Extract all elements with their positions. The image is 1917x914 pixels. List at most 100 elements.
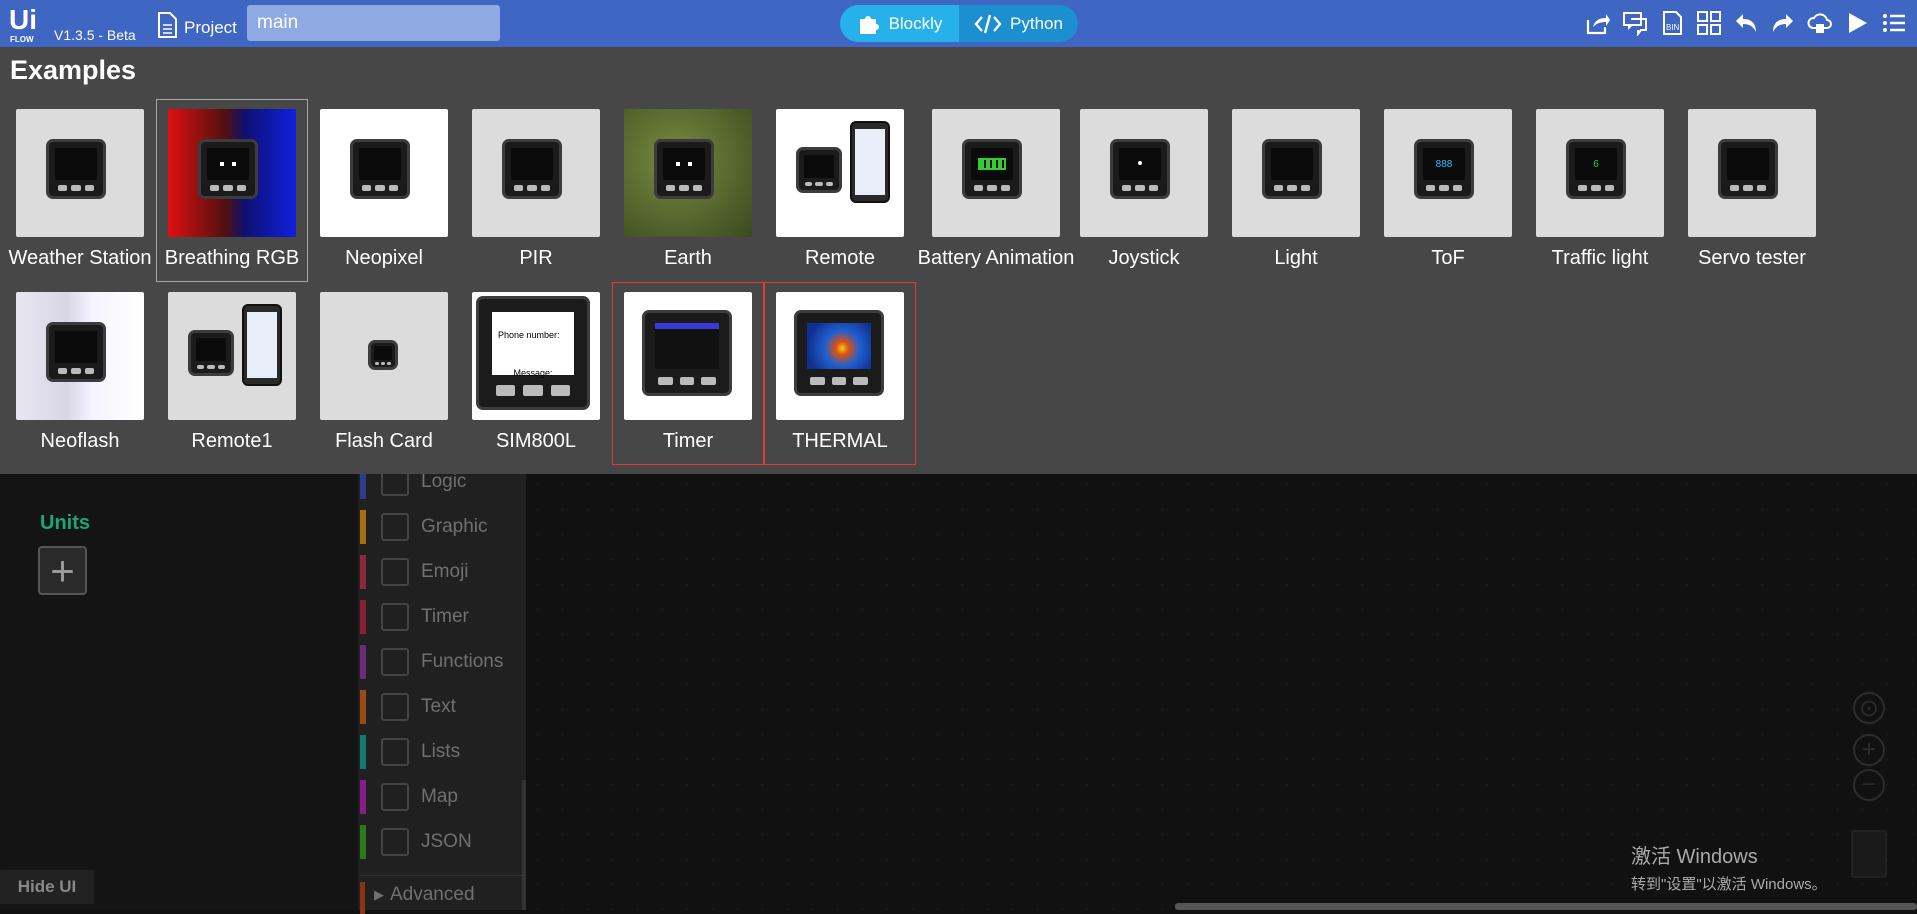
phone-image — [850, 121, 890, 203]
category-label: Lists — [421, 741, 461, 762]
timer-icon — [381, 603, 409, 631]
example-label: Remote1 — [191, 430, 273, 452]
category-label: JSON — [421, 831, 472, 852]
example-thumbnail — [932, 109, 1060, 237]
zoom-out-icon[interactable]: − — [1853, 769, 1885, 801]
advanced-category[interactable]: ▶ Advanced — [360, 875, 524, 914]
device-buttons — [1273, 185, 1311, 191]
activation-title: 激活 Windows — [1631, 846, 1758, 868]
example-card-traffic-light[interactable]: 6 Traffic light — [1524, 99, 1676, 282]
palette-scrollbar[interactable] — [522, 780, 526, 910]
example-card-neopixel[interactable]: Neopixel — [308, 99, 460, 282]
example-card-pir[interactable]: PIR — [460, 99, 612, 282]
category-label: Logic — [421, 471, 467, 492]
example-card-servo-tester[interactable]: Servo tester — [1676, 99, 1828, 282]
example-label: Light — [1274, 247, 1318, 269]
category-text[interactable]: Text — [358, 686, 526, 728]
example-card-earth[interactable]: Earth — [612, 99, 764, 282]
eye-shape — [231, 162, 236, 167]
file-icon — [158, 12, 177, 38]
project-name-input[interactable] — [247, 5, 500, 41]
functions-icon — [381, 648, 409, 676]
advanced-label: Advanced — [390, 883, 475, 905]
device-buttons — [658, 377, 716, 385]
example-card-thermal[interactable]: THERMAL — [764, 282, 916, 465]
example-card-remote[interactable]: Remote — [764, 99, 916, 282]
layout-icon[interactable] — [1695, 9, 1722, 36]
example-thumbnail — [320, 109, 448, 237]
activation-subtitle: 转到"设置"以激活 Windows。 — [1631, 876, 1827, 893]
example-thumbnail — [168, 292, 296, 420]
example-label: Neoflash — [40, 430, 120, 452]
add-unit-button[interactable]: + — [38, 546, 87, 595]
emoji-icon — [381, 558, 409, 586]
example-card-tof[interactable]: 888 ToF — [1372, 99, 1524, 282]
toolbar-icons: BIN — [1584, 9, 1907, 36]
example-thumbnail — [168, 109, 296, 237]
eye-shape — [219, 162, 224, 167]
category-json[interactable]: JSON — [358, 821, 526, 863]
example-card-weather-station[interactable]: Weather Station — [4, 99, 156, 282]
example-card-timer[interactable]: Timer — [612, 282, 764, 465]
category-lists[interactable]: Lists — [358, 731, 526, 773]
recenter-icon[interactable]: ⊙ — [1853, 692, 1885, 724]
joystick-dot — [1137, 160, 1142, 165]
example-card-breathing-rgb[interactable]: Breathing RGB — [156, 99, 308, 282]
example-label: Neopixel — [345, 247, 423, 269]
example-label: ToF — [1431, 247, 1465, 269]
eye-shape — [675, 162, 680, 167]
device-buttons — [1729, 185, 1767, 191]
device-image — [1718, 139, 1778, 199]
category-timer[interactable]: Timer — [358, 596, 526, 638]
python-label: Python — [1010, 13, 1063, 33]
category-color-bar — [360, 882, 365, 914]
blockly-label: Blockly — [888, 13, 943, 33]
example-label: Remote — [804, 247, 876, 269]
category-map[interactable]: Map — [358, 776, 526, 818]
device-buttons — [1425, 185, 1463, 191]
svg-text:BIN: BIN — [1666, 23, 1680, 32]
run-icon[interactable] — [1843, 9, 1870, 36]
example-card-sim800l[interactable]: Phone number: Message: SIM800L — [460, 282, 612, 465]
phone-image — [242, 304, 282, 386]
python-mode-button[interactable]: Python — [959, 5, 1078, 42]
redo-icon[interactable] — [1769, 9, 1796, 36]
example-card-battery-animation[interactable]: Battery Animation — [916, 99, 1076, 282]
category-label: Timer — [421, 606, 469, 627]
cloud-icon[interactable] — [1806, 9, 1833, 36]
menu-icon[interactable] — [1880, 9, 1907, 36]
undo-icon[interactable] — [1732, 9, 1759, 36]
device-image: Phone number: Message: — [476, 296, 590, 410]
hide-ui-button[interactable]: Hide UI — [0, 870, 94, 904]
category-label: Emoji — [421, 561, 469, 582]
category-graphic[interactable]: Graphic — [358, 506, 526, 548]
triangle-icon: ▶ — [374, 886, 384, 902]
device-image — [1262, 139, 1322, 199]
comment-icon[interactable] — [1621, 9, 1648, 36]
project-button[interactable]: Project — [156, 12, 237, 38]
share-icon[interactable] — [1584, 9, 1611, 36]
device-image — [350, 139, 410, 199]
category-emoji[interactable]: Emoji — [358, 551, 526, 593]
example-card-flash-card[interactable]: Flash Card — [308, 282, 460, 465]
workspace-scrollbar[interactable] — [1175, 903, 1917, 910]
example-label: Joystick — [1108, 247, 1180, 269]
example-thumbnail — [624, 109, 752, 237]
example-label: Timer — [662, 430, 714, 452]
eye-shape — [687, 162, 692, 167]
blockly-mode-button[interactable]: Blockly — [840, 5, 959, 42]
example-card-remote1[interactable]: Remote1 — [156, 282, 308, 465]
category-color-bar — [360, 645, 366, 679]
document-icon[interactable]: BIN — [1658, 9, 1685, 36]
zoom-in-icon[interactable]: + — [1853, 734, 1885, 766]
graphic-icon — [381, 513, 409, 541]
example-thumbnail — [624, 292, 752, 420]
example-card-neoflash[interactable]: Neoflash — [4, 282, 156, 465]
example-card-light[interactable]: Light — [1220, 99, 1372, 282]
device-image — [794, 310, 884, 396]
category-color-bar — [360, 555, 366, 589]
example-card-joystick[interactable]: Joystick — [1068, 99, 1220, 282]
category-functions[interactable]: Functions — [358, 641, 526, 683]
category-color-bar — [360, 735, 366, 769]
trash-icon[interactable] — [1851, 830, 1887, 878]
